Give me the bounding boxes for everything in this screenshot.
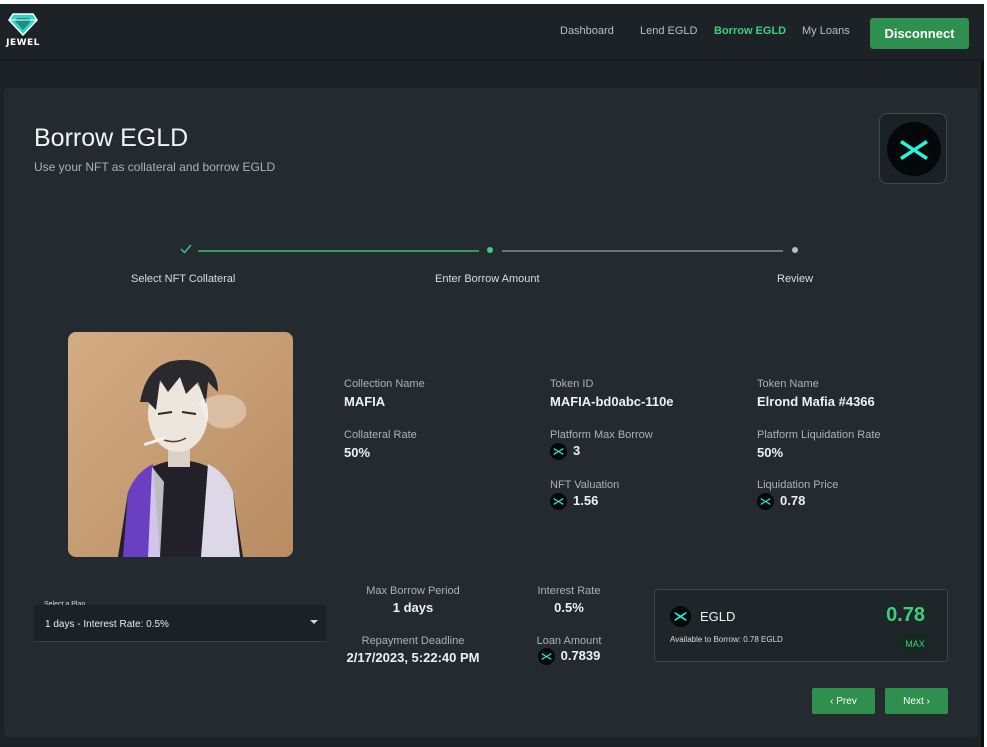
max-borrow-period-value: 1 days: [392, 600, 434, 615]
loan-amount-label: Loan Amount: [536, 635, 602, 647]
available-to-borrow: Available to Borrow: 0.78 EGLD: [670, 635, 783, 644]
egld-icon: [537, 648, 555, 666]
interest-rate-value: 0.5%: [554, 600, 584, 615]
top-navbar: JEWEL Dashboard Lend EGLD Borrow EGLD My…: [0, 4, 984, 61]
step-dot-active: [487, 247, 493, 253]
platform-max-borrow-value: 3: [550, 443, 580, 461]
egld-icon: [550, 493, 567, 511]
borrow-amount-box: EGLD 0.78 Available to Borrow: 0.78 EGLD…: [654, 589, 948, 662]
step-connector-done: [198, 250, 479, 252]
plan-select[interactable]: 1 days - Interest Rate: 0.5%: [34, 605, 326, 642]
step-select-nft-collateral[interactable]: Select NFT Collateral: [131, 273, 235, 285]
token-id-label: Token ID: [550, 378, 594, 390]
nav-lend-egld[interactable]: Lend EGLD: [640, 25, 697, 37]
plan-select-value: 1 days - Interest Rate: 0.5%: [45, 619, 169, 630]
check-icon: [180, 244, 192, 254]
step-connector-pending: [502, 250, 783, 252]
nav-my-loans[interactable]: My Loans: [802, 25, 850, 37]
jewel-logo[interactable]: JEWEL: [6, 12, 40, 52]
egld-icon: [550, 443, 567, 461]
platform-max-borrow-label: Platform Max Borrow: [550, 429, 653, 441]
page-title: Borrow EGLD: [34, 124, 189, 152]
token-name-label: Token Name: [757, 378, 819, 390]
liquidation-price-value: 0.78: [757, 493, 805, 511]
amount-unit: EGLD: [700, 609, 736, 624]
collection-name-label: Collection Name: [344, 378, 425, 390]
app-window: JEWEL Dashboard Lend EGLD Borrow EGLD My…: [0, 4, 984, 747]
max-borrow-period-label: Max Borrow Period: [366, 585, 460, 597]
step-review[interactable]: Review: [777, 273, 813, 285]
token-name-value: Elrond Mafia #4366: [757, 394, 875, 409]
step-enter-borrow-amount[interactable]: Enter Borrow Amount: [435, 273, 540, 285]
liquidation-price-label: Liquidation Price: [757, 479, 839, 491]
logo-text: JEWEL: [6, 38, 40, 48]
nft-valuation-value: 1.56: [550, 493, 598, 511]
diamond-logo-icon: [8, 13, 38, 36]
step-dot-pending: [792, 247, 798, 253]
loan-amount-value: 0.7839: [519, 648, 619, 666]
borrow-amount-input[interactable]: 0.78: [886, 604, 925, 627]
collateral-rate-label: Collateral Rate: [344, 429, 417, 441]
egld-icon: [757, 493, 774, 511]
platform-liquidation-rate-label: Platform Liquidation Rate: [757, 429, 881, 441]
borrow-card: Borrow EGLD Use your NFT as collateral a…: [4, 88, 978, 737]
next-button[interactable]: Next ›: [885, 688, 948, 714]
egld-icon: [670, 606, 691, 627]
token-id-value: MAFIA-bd0abc-110e: [550, 394, 674, 409]
egld-icon: [887, 122, 941, 176]
nav-dashboard[interactable]: Dashboard: [560, 25, 614, 37]
prev-button[interactable]: ‹ Prev: [812, 688, 875, 714]
chevron-down-icon: [310, 620, 318, 624]
interest-rate-label: Interest Rate: [537, 585, 601, 597]
disconnect-button[interactable]: Disconnect: [870, 18, 969, 49]
repayment-deadline-value: 2/17/2023, 5:22:40 PM: [346, 650, 480, 665]
max-button[interactable]: MAX: [898, 634, 932, 653]
collection-name-value: MAFIA: [344, 394, 386, 409]
egld-badge: [879, 113, 947, 184]
repayment-deadline-label: Repayment Deadline: [361, 635, 465, 647]
nft-valuation-label: NFT Valuation: [550, 479, 620, 491]
collateral-rate-value: 50%: [344, 445, 371, 460]
nav-borrow-egld[interactable]: Borrow EGLD: [714, 25, 786, 37]
nft-image: [68, 332, 293, 557]
page-subtitle: Use your NFT as collateral and borrow EG…: [34, 160, 276, 174]
platform-liquidation-rate-value: 50%: [757, 445, 784, 460]
